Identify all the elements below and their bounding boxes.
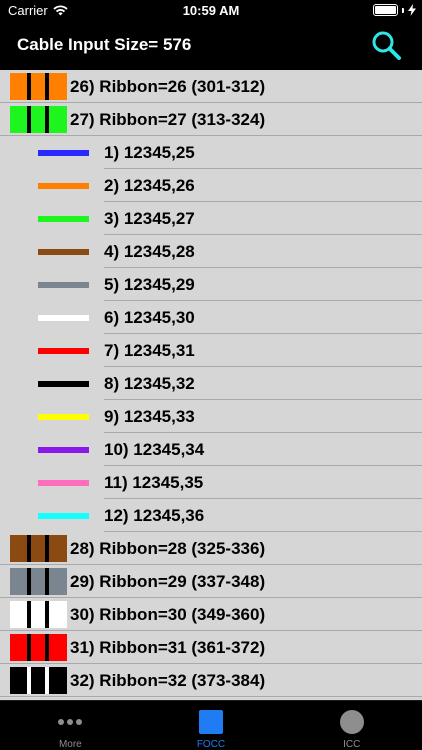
- charging-bolt-icon: [408, 4, 416, 16]
- fiber-color-bar: [38, 479, 89, 486]
- fiber-color-bar: [38, 281, 89, 288]
- tab-icc[interactable]: ICC: [281, 701, 422, 750]
- more-dots-icon: [57, 709, 83, 735]
- ribbon-label: 31) Ribbon=31 (361-372): [70, 637, 266, 657]
- fiber-row[interactable]: 5) 12345,29: [0, 268, 422, 301]
- fiber-row[interactable]: 10) 12345,34: [0, 433, 422, 466]
- fiber-row[interactable]: 7) 12345,31: [0, 334, 422, 367]
- fiber-row[interactable]: 8) 12345,32: [0, 367, 422, 400]
- ribbon-stripe: [27, 73, 31, 100]
- ribbon-color-swatch: [10, 568, 67, 595]
- battery-group: [373, 4, 416, 16]
- ribbon-color-swatch: [10, 73, 67, 100]
- ribbon-row[interactable]: 27) Ribbon=27 (313-324): [0, 103, 422, 136]
- ribbon-label: 30) Ribbon=30 (349-360): [70, 604, 266, 624]
- fiber-label: 9) 12345,33: [104, 406, 195, 426]
- fiber-label: 12) 12345,36: [104, 505, 205, 525]
- circle-shape: [339, 710, 364, 734]
- tab-bar: More FOCC ICC: [0, 700, 422, 750]
- ribbon-stripe: [45, 106, 49, 133]
- fiber-label: 4) 12345,28: [104, 241, 195, 261]
- ribbon-label: 28) Ribbon=28 (325-336): [70, 538, 266, 558]
- fiber-color-bar: [38, 446, 89, 453]
- ribbon-color-swatch: [10, 106, 67, 133]
- tab-label: ICC: [343, 739, 361, 750]
- ribbon-color-swatch: [10, 634, 67, 661]
- ribbon-stripe: [27, 601, 31, 628]
- battery-tip: [402, 7, 404, 13]
- fiber-label: 6) 12345,30: [104, 307, 195, 327]
- ribbon-stripe: [45, 667, 49, 694]
- clock: 10:59 AM: [182, 3, 240, 18]
- ribbon-stripe: [45, 634, 49, 661]
- search-icon[interactable]: [370, 29, 402, 61]
- ribbon-stripe: [27, 535, 31, 562]
- ribbon-stripe: [45, 73, 49, 100]
- ribbon-color-swatch: [10, 601, 67, 628]
- tab-focc[interactable]: FOCC: [141, 701, 282, 750]
- ribbon-label: 29) Ribbon=29 (337-348): [70, 571, 266, 591]
- tab-label: FOCC: [196, 739, 226, 750]
- fiber-label: 3) 12345,27: [104, 208, 195, 228]
- fiber-label: 2) 12345,26: [104, 175, 195, 195]
- dots: [58, 719, 83, 725]
- fiber-label: 10) 12345,34: [104, 439, 205, 459]
- fiber-color-bar: [38, 512, 89, 519]
- ribbon-color-swatch: [10, 667, 67, 694]
- battery-icon: [373, 4, 398, 16]
- dot: [58, 719, 65, 725]
- status-bar: Carrier 10:59 AM: [0, 0, 422, 22]
- tab-more[interactable]: More: [0, 701, 141, 750]
- ribbon-row[interactable]: 26) Ribbon=26 (301-312): [0, 70, 422, 103]
- ribbon-stripe: [27, 634, 31, 661]
- circle-icon: [339, 709, 365, 735]
- ribbon-label: 26) Ribbon=26 (301-312): [70, 76, 266, 96]
- fiber-color-bar: [38, 347, 89, 354]
- dot: [76, 719, 83, 725]
- fiber-label: 11) 12345,35: [104, 472, 204, 492]
- fiber-color-bar: [38, 380, 89, 387]
- fiber-color-bar: [38, 149, 89, 156]
- ribbon-stripe: [45, 568, 49, 595]
- fiber-color-bar: [38, 314, 89, 321]
- ribbon-color-swatch: [10, 535, 67, 562]
- nav-bar: Cable Input Size= 576: [0, 22, 422, 70]
- fiber-row[interactable]: 1) 12345,25: [0, 136, 422, 169]
- fiber-color-bar: [38, 182, 89, 189]
- fiber-label: 1) 12345,25: [104, 142, 195, 162]
- ribbon-stripe: [27, 106, 31, 133]
- ribbon-label: 27) Ribbon=27 (313-324): [70, 109, 266, 129]
- ribbon-stripe: [45, 535, 49, 562]
- square-icon: [198, 709, 224, 735]
- fiber-row[interactable]: 6) 12345,30: [0, 301, 422, 334]
- ribbon-list[interactable]: 26) Ribbon=26 (301-312) 27) Ribbon=27 (31…: [0, 70, 422, 700]
- fiber-label: 7) 12345,31: [104, 340, 195, 360]
- fiber-label: 5) 12345,29: [104, 274, 195, 294]
- fiber-row[interactable]: 12) 12345,36: [0, 499, 422, 532]
- fiber-row[interactable]: 4) 12345,28: [0, 235, 422, 268]
- ribbon-stripe: [27, 667, 31, 694]
- fiber-row[interactable]: 3) 12345,27: [0, 202, 422, 235]
- ribbon-row[interactable]: 30) Ribbon=30 (349-360): [0, 598, 422, 631]
- ribbon-label: 32) Ribbon=32 (373-384): [70, 670, 266, 690]
- fiber-label: 8) 12345,32: [104, 373, 195, 393]
- square-shape: [199, 710, 223, 734]
- ribbon-row[interactable]: 28) Ribbon=28 (325-336): [0, 532, 422, 565]
- fiber-color-bar: [38, 413, 89, 420]
- ribbon-stripe: [27, 568, 31, 595]
- dot: [67, 719, 74, 725]
- ribbon-row[interactable]: 29) Ribbon=29 (337-348): [0, 565, 422, 598]
- ribbon-stripe: [45, 601, 49, 628]
- ribbon-row[interactable]: 31) Ribbon=31 (361-372): [0, 631, 422, 664]
- fiber-row[interactable]: 2) 12345,26: [0, 169, 422, 202]
- tab-label: More: [58, 739, 82, 750]
- ribbon-row[interactable]: 32) Ribbon=32 (373-384): [0, 664, 422, 697]
- fiber-row[interactable]: 9) 12345,33: [0, 400, 422, 433]
- fiber-color-bar: [38, 248, 89, 255]
- fiber-row[interactable]: 11) 12345,35: [0, 466, 422, 499]
- fiber-color-bar: [38, 215, 89, 222]
- page-title: Cable Input Size= 576: [17, 35, 192, 54]
